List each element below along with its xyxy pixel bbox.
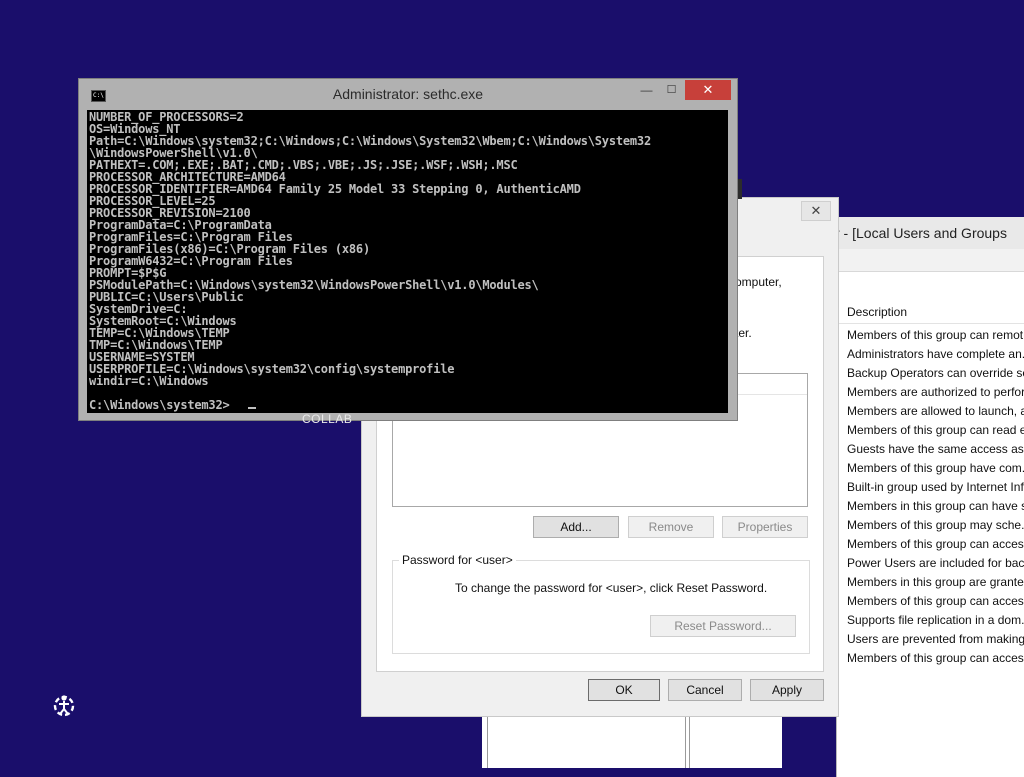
text-cursor	[248, 407, 256, 409]
group-description-row[interactable]: Power Users are included for back	[847, 554, 1024, 573]
password-group-label: Password for <user>	[399, 553, 516, 567]
password-instructions: To change the password for <user>, click…	[455, 581, 768, 595]
group-description-row[interactable]: Guests have the same access as m	[847, 440, 1024, 459]
remove-button[interactable]: Remove	[628, 516, 714, 538]
apply-button[interactable]: Apply	[750, 679, 824, 701]
divider	[689, 712, 690, 768]
group-description-row[interactable]: Built-in group used by Internet Inf	[847, 478, 1024, 497]
console-output: NUMBER_OF_PROCESSORS=2 OS=Windows_NT Pat…	[89, 110, 651, 412]
group-description-row[interactable]: Members of this group can read e	[847, 421, 1024, 440]
ease-of-access-icon[interactable]	[50, 692, 78, 720]
group-description-row[interactable]: Users are prevented from making	[847, 630, 1024, 649]
mmc-title: r - [Local Users and Groups	[837, 225, 1007, 241]
divider	[685, 712, 686, 768]
group-description-row[interactable]: Members of this group can acces..	[847, 592, 1024, 611]
maximize-button[interactable]: ☐	[659, 80, 684, 100]
password-groupbox: Password for <user> To change the passwo…	[392, 553, 810, 654]
properties-button[interactable]: Properties	[722, 516, 808, 538]
mmc-title-bar[interactable]: r - [Local Users and Groups	[837, 217, 1024, 249]
computer-management-window: r - [Local Users and Groups Description …	[836, 217, 1024, 777]
group-description-row[interactable]: Members are authorized to perfor	[847, 383, 1024, 402]
group-description-row[interactable]: Members of this group can remot	[847, 326, 1024, 345]
description-column-header[interactable]: Description	[837, 301, 1024, 324]
group-description-row[interactable]: Administrators have complete an..	[847, 345, 1024, 364]
divider	[487, 712, 488, 768]
minimize-button[interactable]: —	[634, 80, 659, 100]
group-description-row[interactable]: Members in this group are grante..	[847, 573, 1024, 592]
close-button[interactable]: ✕	[685, 80, 731, 100]
cancel-button[interactable]: Cancel	[668, 679, 742, 701]
group-description-row[interactable]: Members are allowed to launch, a	[847, 402, 1024, 421]
add-button[interactable]: Add...	[533, 516, 619, 538]
group-description-row[interactable]: Backup Operators can override se..	[847, 364, 1024, 383]
background-text: COLLAB	[302, 412, 353, 426]
group-description-row[interactable]: Supports file replication in a dom..	[847, 611, 1024, 630]
background-window-fragment	[482, 712, 782, 768]
group-description-row[interactable]: Members of this group can acces..	[847, 535, 1024, 554]
mmc-menu-strip	[837, 249, 1024, 272]
description-fragment: omputer,	[735, 275, 782, 289]
groups-list: Members of this group can remot Administr…	[847, 326, 1024, 668]
cmd-title-bar[interactable]: C:\ Administrator: sethc.exe — ☐ ✕	[79, 79, 737, 110]
reset-password-button[interactable]: Reset Password...	[650, 615, 796, 637]
group-description-row[interactable]: Members of this group can acces..	[847, 649, 1024, 668]
group-description-row[interactable]: Members of this group may sche..	[847, 516, 1024, 535]
group-description-row[interactable]: Members of this group have com..	[847, 459, 1024, 478]
console-area[interactable]: NUMBER_OF_PROCESSORS=2 OS=Windows_NT Pat…	[87, 110, 728, 413]
dialog-close-button[interactable]: ✕	[801, 201, 831, 221]
ok-button[interactable]: OK	[588, 679, 660, 701]
group-description-row[interactable]: Members in this group can have s	[847, 497, 1024, 516]
cmd-window: C:\ Administrator: sethc.exe — ☐ ✕ NUMBE…	[78, 78, 738, 421]
